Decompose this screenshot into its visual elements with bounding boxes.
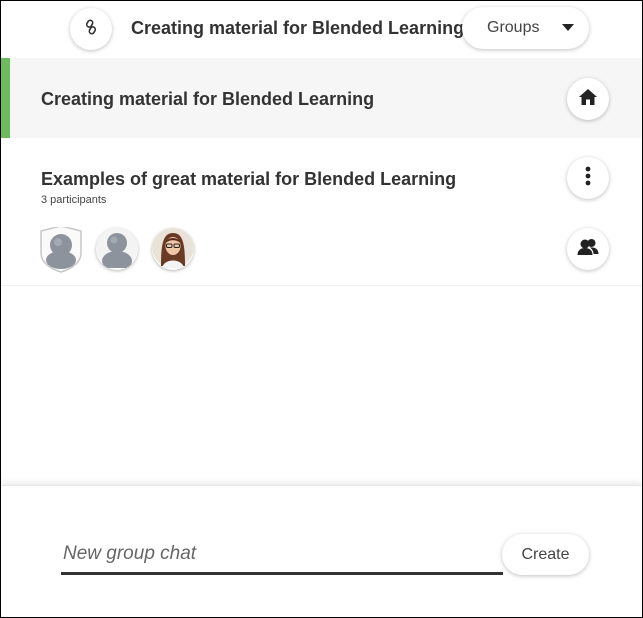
participant-avatar[interactable] bbox=[96, 228, 138, 270]
course-header: Creating material for Blended Learning bbox=[10, 58, 642, 138]
group-members-button[interactable] bbox=[567, 228, 609, 270]
top-bar: Creating material for Blended Learning G… bbox=[1, 1, 642, 58]
app-frame: Creating material for Blended Learning G… bbox=[0, 0, 643, 618]
participant-avatar[interactable] bbox=[38, 227, 84, 275]
caret-down-icon bbox=[562, 24, 574, 31]
new-group-chat-input[interactable] bbox=[61, 535, 503, 575]
create-button[interactable]: Create bbox=[502, 534, 589, 575]
group-title: Examples of great material for Blended L… bbox=[41, 169, 457, 189]
default-avatar-icon bbox=[96, 228, 138, 270]
default-avatar-shield-icon bbox=[38, 227, 84, 275]
link-button[interactable] bbox=[70, 8, 112, 50]
participant-avatar[interactable] bbox=[152, 228, 194, 270]
home-icon bbox=[578, 88, 598, 111]
user-photo-avatar-icon bbox=[152, 228, 194, 270]
groups-dropdown-label: Groups bbox=[487, 19, 540, 36]
app-title: Creating material for Blended Learning bbox=[131, 18, 465, 38]
group-menu-button[interactable] bbox=[567, 157, 609, 199]
group-chat-item[interactable]: Examples of great material for Blended L… bbox=[1, 138, 642, 286]
home-button[interactable] bbox=[567, 78, 609, 120]
more-vertical-icon bbox=[585, 166, 591, 191]
new-group-chat-panel: Create bbox=[1, 485, 642, 617]
link-icon bbox=[83, 19, 99, 40]
groups-dropdown[interactable]: Groups bbox=[462, 7, 589, 49]
course-title: Creating material for Blended Learning bbox=[41, 89, 375, 109]
users-icon bbox=[577, 238, 599, 261]
participant-count: 3 participants bbox=[41, 194, 107, 206]
